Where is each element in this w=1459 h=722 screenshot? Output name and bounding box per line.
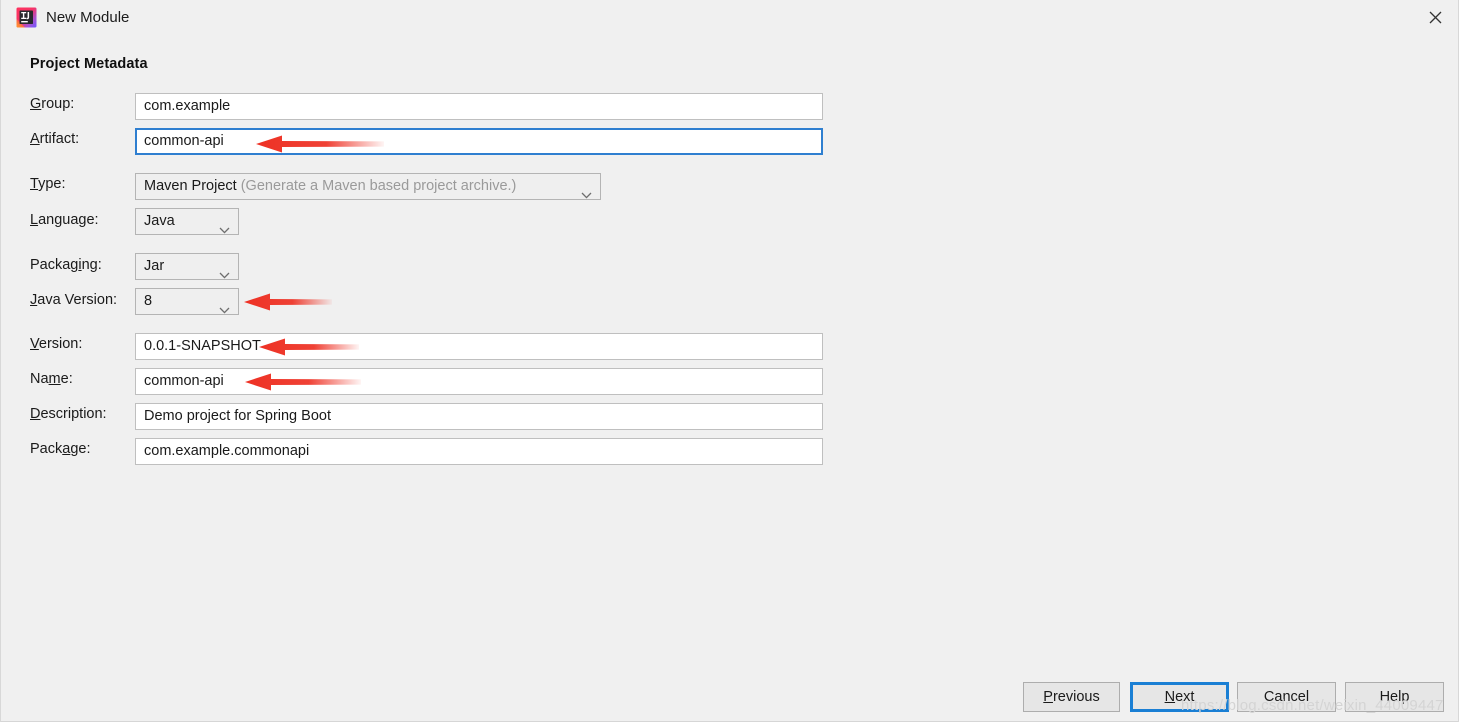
label-version: Version: [30,336,83,352]
label-artifact: Artifact: [30,131,80,147]
description-value: Demo project for Spring Boot [144,408,331,424]
chevron-down-icon[interactable] [581,183,592,199]
chevron-down-icon[interactable] [219,218,230,234]
java-version-selected-value: 8 [144,293,153,309]
label-language: Language: [30,212,99,228]
previous-button[interactable]: Previous [1023,682,1120,712]
language-selected-value: Java [144,213,175,229]
next-button[interactable]: Next [1130,682,1229,712]
window-title: New Module [46,9,130,26]
label-name: Name: [30,371,73,387]
description-input[interactable]: Demo project for Spring Boot [135,403,823,430]
title-bar: New Module [1,0,1458,36]
group-input[interactable]: com.example [135,93,823,120]
package-value: com.example.commonapi [144,443,310,459]
artifact-input[interactable]: common-api [135,128,823,155]
help-button-label: Help [1379,689,1410,705]
version-value: 0.0.1-SNAPSHOT [144,338,261,354]
label-packaging: Packaging: [30,257,102,273]
label-package: Package: [30,441,91,457]
java-version-dropdown[interactable]: 8 [135,288,239,315]
annotation-arrow-java-version [244,291,332,313]
intellij-idea-icon [16,7,37,28]
package-input[interactable]: com.example.commonapi [135,438,823,465]
packaging-selected-value: Jar [144,258,165,274]
language-dropdown[interactable]: Java [135,208,239,235]
name-input[interactable]: common-api [135,368,823,395]
label-description: Description: [30,406,107,422]
label-java-version: Java Version: [30,292,118,308]
group-value: com.example [144,98,231,114]
page-title: Project Metadata [30,56,148,72]
name-value: common-api [144,373,224,389]
packaging-dropdown[interactable]: Jar [135,253,239,280]
next-button-label: Next [1164,689,1195,705]
type-hint: (Generate a Maven based project archive.… [240,178,517,194]
help-button[interactable]: Help [1345,682,1444,712]
label-type: Type: [30,176,66,192]
label-group: Group: [30,96,75,112]
close-icon[interactable] [1412,0,1458,34]
new-module-dialog: New Module Project Metadata Group: com.ex… [0,0,1459,722]
type-dropdown[interactable]: Maven Project (Generate a Maven based pr… [135,173,601,200]
cancel-button[interactable]: Cancel [1237,682,1336,712]
version-input[interactable]: 0.0.1-SNAPSHOT [135,333,823,360]
chevron-down-icon[interactable] [219,298,230,314]
cancel-button-label: Cancel [1263,689,1310,705]
chevron-down-icon[interactable] [219,263,230,279]
artifact-value: common-api [144,133,224,149]
previous-button-label: Previous [1043,689,1100,705]
type-selected-value: Maven Project [144,178,237,194]
